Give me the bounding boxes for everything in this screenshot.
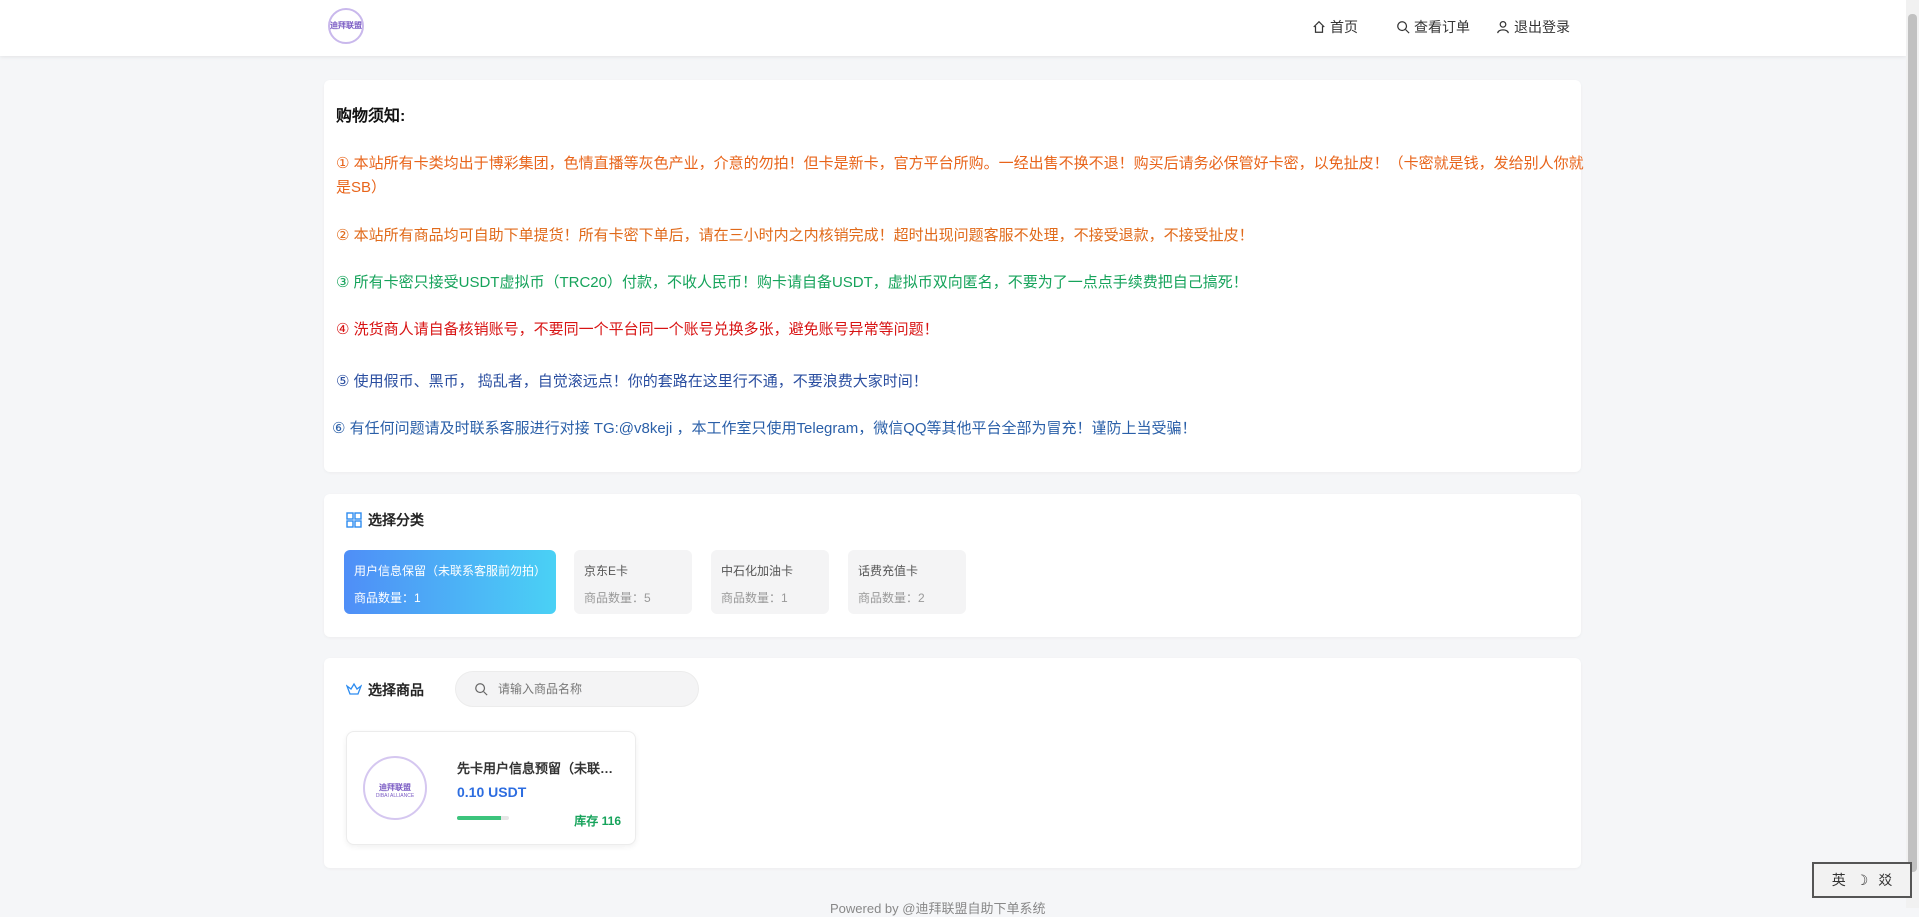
user-icon [1497,20,1509,34]
category-count: 商品数量：1 [354,591,421,605]
product-search-box[interactable] [455,671,699,707]
category-card-sinopec[interactable]: 中石化加油卡 商品数量：1 [711,550,829,614]
notice-title: 购物须知: [336,108,406,125]
nav-home-label: 首页 [1330,19,1358,35]
category-count: 商品数量：5 [584,591,651,605]
ime-extra-icon: 㸚 [1878,872,1893,888]
ime-indicator[interactable]: 英 ☽ 㸚 [1812,862,1912,898]
notice-line-3: ③ 所有卡密只接受USDT虚拟币（TRC20）付款，不收人民币！购卡请自备USD… [336,274,1248,291]
grid-icon [346,512,362,528]
nav-logout-link[interactable]: 退出登录 [1496,17,1570,37]
category-header: 选择分类 [346,510,424,530]
category-name: 京东E卡 [584,564,629,578]
goods-panel: 选择商品 迪拜联盟 DIBAI ALLIANCE 先卡用户信息预留（未联系客服前… [324,658,1581,868]
crown-icon [346,682,362,695]
notice-line-1: ① 本站所有卡类均出于博彩集团，色情直播等灰色产业，介意的勿拍！但卡是新卡，官方… [336,155,1584,196]
category-panel: 选择分类 用户信息保留（未联系客服前勿拍） 商品数量：1 京东E卡 商品数量：5… [324,494,1581,637]
category-card-jd[interactable]: 京东E卡 商品数量：5 [574,550,692,614]
product-price: 0.10 USDT [457,784,527,800]
ime-language-label: 英 [1831,872,1846,888]
notice-line-5: ⑤ 使用假币、黑币， 捣乱者，自觉滚远点！你的套路在这里行不通，不要浪费大家时间… [336,373,928,390]
stock-progress-bar [457,816,509,820]
category-card-user-info[interactable]: 用户信息保留（未联系客服前勿拍） 商品数量：1 [344,550,556,614]
search-icon [475,683,488,696]
category-name: 中石化加油卡 [721,564,794,578]
goods-title: 选择商品 [368,682,424,698]
category-count: 商品数量：2 [858,591,925,605]
top-navbar: 迪拜联盟 首页 查看订单 退出登录 [0,0,1906,56]
stock-progress-fill [457,816,502,820]
moon-icon: ☽ [1855,871,1869,888]
product-name: 先卡用户信息预留（未联系客服前勿拍） [457,761,622,776]
scrollbar-thumb[interactable] [1908,14,1917,872]
nav-orders-label: 查看订单 [1414,19,1470,35]
shopping-notice-panel: 购物须知: ① 本站所有卡类均出于博彩集团，色情直播等灰色产业，介意的勿拍！但卡… [324,80,1584,472]
nav-logout-label: 退出登录 [1514,19,1570,35]
product-search-input[interactable] [496,681,680,697]
product-stock: 库存 116 [574,814,621,828]
product-image-text: 迪拜联盟 [379,783,411,792]
notice-line-6: ⑥ 有任何问题请及时联系客服进行对接 TG:@v8keji ，本工作室只使用Te… [332,420,1197,437]
category-count: 商品数量：1 [721,591,788,605]
site-logo[interactable]: 迪拜联盟 [328,8,364,44]
category-card-phone-recharge[interactable]: 话费充值卡 商品数量：2 [848,550,966,614]
nav-orders-link[interactable]: 查看订单 [1396,17,1470,37]
product-image-subtext: DIBAI ALLIANCE [375,793,415,799]
nav-home-link[interactable]: 首页 [1312,17,1358,37]
notice-line-4: ④ 洗货商人请自备核销账号，不要同一个平台同一个账号兑换多张，避免账号异常等问题… [336,321,939,338]
page-scrollbar[interactable] [1906,0,1919,908]
category-title: 选择分类 [368,512,424,528]
goods-header: 选择商品 [346,680,424,700]
home-icon [1313,20,1325,33]
search-icon [1397,21,1410,34]
product-image: 迪拜联盟 DIBAI ALLIANCE [363,756,427,820]
category-name: 话费充值卡 [858,564,919,578]
logo-text: 迪拜联盟 [330,21,362,30]
product-card[interactable]: 迪拜联盟 DIBAI ALLIANCE 先卡用户信息预留（未联系客服前勿拍） 0… [346,731,636,845]
notice-line-2: ② 本站所有商品均可自助下单提货！所有卡密下单后，请在三小时内之内核销完成！超时… [336,227,1254,244]
category-name: 用户信息保留（未联系客服前勿拍） [354,564,547,578]
